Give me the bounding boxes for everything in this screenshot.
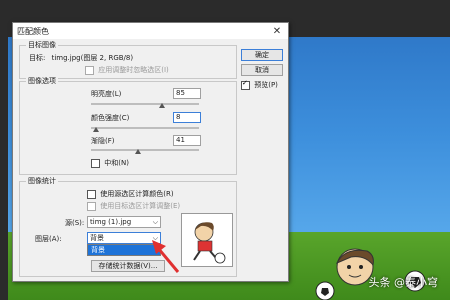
annotation-arrow [152,240,180,273]
